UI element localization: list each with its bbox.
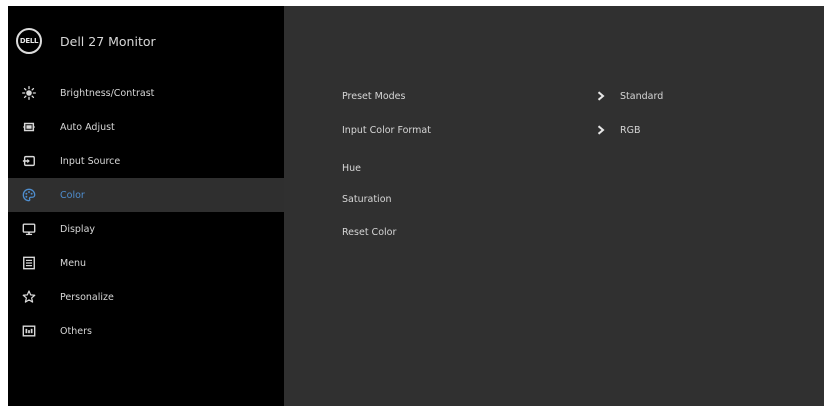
input-color-format-value: RGB xyxy=(620,124,641,136)
others-icon xyxy=(22,324,36,338)
sidebar-item-label: Input Source xyxy=(60,155,121,167)
sidebar-item-others[interactable]: Others xyxy=(8,314,284,348)
sidebar-item-label: Display xyxy=(60,223,96,235)
hue-row[interactable]: Hue xyxy=(342,160,762,176)
sidebar-item-menu[interactable]: Menu xyxy=(8,246,284,280)
row-label: Reset Color xyxy=(342,226,397,238)
sidebar-item-input-source[interactable]: Input Source xyxy=(8,144,284,178)
color-settings-panel: Preset Modes Standard Input Color Format… xyxy=(284,6,824,406)
sidebar-item-personalize[interactable]: Personalize xyxy=(8,280,284,314)
color-palette-icon xyxy=(22,188,36,202)
preset-modes-row[interactable]: Preset Modes Standard xyxy=(342,88,762,104)
chevron-right-icon xyxy=(596,125,606,135)
input-color-format-row[interactable]: Input Color Format RGB xyxy=(342,122,762,138)
sidebar-item-label: Menu xyxy=(60,257,87,269)
sidebar-item-label: Personalize xyxy=(60,291,114,303)
sidebar: DELL Dell 27 Monitor Brightness/Contrast… xyxy=(8,6,284,406)
monitor-osd: DELL Dell 27 Monitor Brightness/Contrast… xyxy=(8,6,824,406)
row-label: Preset Modes xyxy=(342,90,406,102)
chevron-right-icon xyxy=(596,91,606,101)
sidebar-item-label: Auto Adjust xyxy=(60,121,115,133)
preset-modes-value: Standard xyxy=(620,90,664,102)
logo-text: DELL xyxy=(19,37,39,45)
star-icon xyxy=(22,290,36,304)
sidebar-item-auto-adjust[interactable]: Auto Adjust xyxy=(8,110,284,144)
brightness-icon xyxy=(22,86,36,100)
sidebar-item-color[interactable]: Color xyxy=(8,178,284,212)
monitor-title: Dell 27 Monitor xyxy=(60,33,156,49)
menu-icon xyxy=(22,256,36,270)
display-icon xyxy=(22,222,36,236)
row-label: Hue xyxy=(342,162,362,174)
input-source-icon xyxy=(22,154,36,168)
row-label: Saturation xyxy=(342,193,392,205)
sidebar-item-brightness-contrast[interactable]: Brightness/Contrast xyxy=(8,76,284,110)
row-label: Input Color Format xyxy=(342,124,431,136)
sidebar-item-label: Others xyxy=(60,325,92,337)
dell-logo: DELL xyxy=(16,28,42,54)
osd-header: DELL Dell 27 Monitor xyxy=(8,6,284,76)
sidebar-item-label: Color xyxy=(60,189,85,201)
saturation-row[interactable]: Saturation xyxy=(342,191,762,207)
reset-color-row[interactable]: Reset Color xyxy=(342,224,762,240)
sidebar-item-label: Brightness/Contrast xyxy=(60,87,155,99)
auto-adjust-icon xyxy=(22,120,36,134)
sidebar-nav: Brightness/Contrast Auto Adjust Input So… xyxy=(8,76,284,348)
sidebar-item-display[interactable]: Display xyxy=(8,212,284,246)
